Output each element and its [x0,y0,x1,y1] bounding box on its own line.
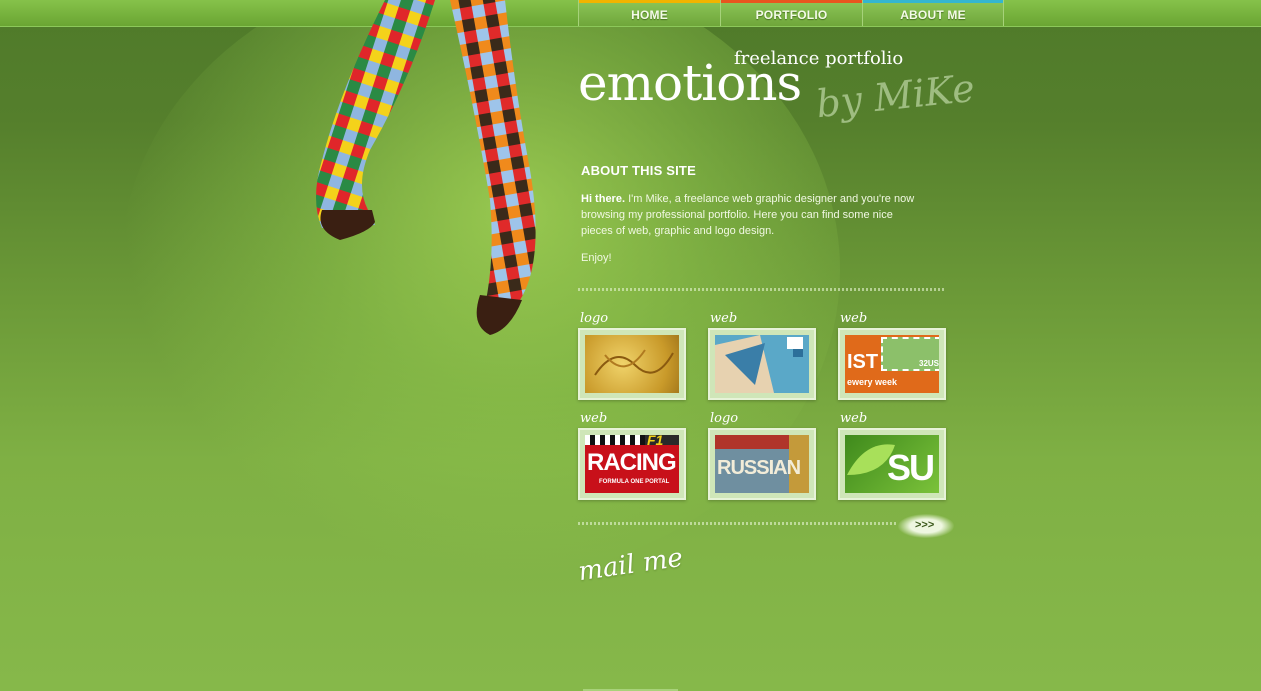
nav-home-label: HOME [631,8,668,22]
about-heading: ABOUT THIS SITE [581,163,696,178]
nav-about-label: ABOUT ME [900,8,966,22]
site-logo[interactable]: emotions freelance portfolio by MiKe [578,40,978,140]
nav-about[interactable]: ABOUT ME [862,0,1004,26]
tile-image-text: RUSSIAN [717,457,801,479]
tile-category: logo [710,411,739,426]
mail-me-link[interactable]: mail me [576,543,684,587]
about-body: I'm Mike, a freelance web graphic design… [581,193,915,237]
more-button-label: >>> [915,519,935,531]
checkered-flag-icon [585,435,645,445]
tile-image-subtext: FORMULA ONE PORTAL [599,479,670,485]
stamp-value: 32US [919,359,939,368]
nav-portfolio-color-bar [721,0,862,3]
tile-category: web [840,311,868,326]
tile-frame: F1 RACING FORMULA ONE PORTAL [578,428,686,500]
portfolio-tile-2[interactable]: web [708,311,816,406]
tile-frame: SU [838,428,946,500]
portfolio-tile-1[interactable]: logo [578,311,686,406]
nav-portfolio-label: PORTFOLIO [755,8,828,22]
about-paragraph: Hi there. I'm Mike, a freelance web grap… [581,191,926,239]
portfolio-tile-5[interactable]: logo RUSSIAN [708,411,816,506]
tile-thumbnail: SU [845,435,939,493]
tile-image-text: IST [847,351,879,373]
tile-image-text: RACING [587,449,677,476]
logo-tagline: freelance portfolio [734,48,904,69]
main-navigation: HOME PORTFOLIO ABOUT ME [578,0,1004,26]
nav-portfolio[interactable]: PORTFOLIO [720,0,862,26]
tile-thumbnail: 32US IST ewery week [845,335,939,393]
tile-frame: RUSSIAN [708,428,816,500]
tile-image-text: SU [887,447,935,488]
portfolio-tile-3[interactable]: web 32US IST ewery week [838,311,946,406]
tile-frame: 32US IST ewery week [838,328,946,400]
divider-top [578,288,946,291]
tile-thumbnail: F1 RACING FORMULA ONE PORTAL [585,435,679,493]
tile-category: logo [580,311,609,326]
tile-badge: F1 [647,435,664,448]
tile-image-subtext: ewery week [847,377,898,387]
nav-home-color-bar [579,0,720,3]
portfolio-tile-6[interactable]: web SU [838,411,946,506]
more-portfolio-button[interactable]: >>> [898,514,954,538]
tile-category: web [710,311,738,326]
tile-thumbnail [715,335,809,393]
checkered-legs-illustration [316,0,536,335]
divider-bottom [578,522,898,525]
tile-thumbnail [585,335,679,393]
tile-frame [708,328,816,400]
tile-category: web [840,411,868,426]
nav-about-color-bar [863,0,1003,3]
about-lead: Hi there. [581,193,626,205]
tile-frame [578,328,686,400]
tile-category: web [580,411,608,426]
nav-home[interactable]: HOME [578,0,720,26]
portfolio-tile-4[interactable]: web F1 RACING FORMULA ONE PORTAL [578,411,686,506]
tile-thumbnail: RUSSIAN [715,435,809,493]
about-enjoy: Enjoy! [581,252,612,264]
logo-signature: by MiKe [814,65,977,127]
